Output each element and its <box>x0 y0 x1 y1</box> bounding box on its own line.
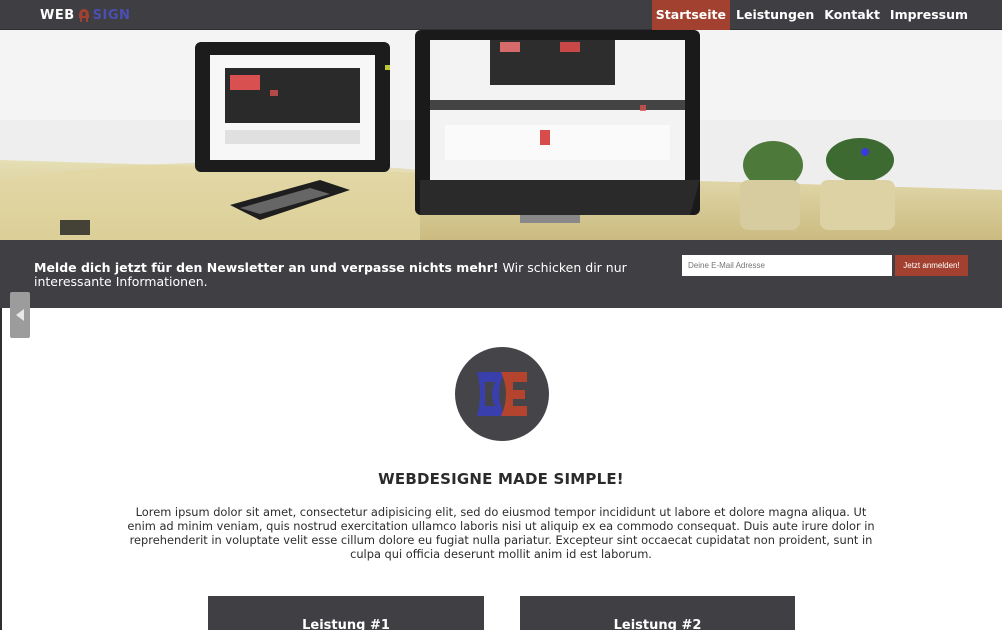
de-logo-icon <box>455 347 549 441</box>
service-card-1[interactable]: Leistung #1 <box>208 596 484 630</box>
newsletter-bold-text: Melde dich jetzt für den Newsletter an u… <box>34 260 499 275</box>
subscribe-button[interactable]: Jetzt anmelden! <box>895 255 968 276</box>
helmet-icon <box>78 9 89 22</box>
intro-text: Lorem ipsum dolor sit amet, consectetur … <box>127 505 875 561</box>
newsletter-text: Melde dich jetzt für den Newsletter an u… <box>34 261 634 289</box>
nav-item-kontakt[interactable]: Kontakt <box>820 0 884 30</box>
top-navbar: WEB SIGN Startseite Leistungen Kontakt I… <box>0 0 1002 30</box>
logo-text-web: WEB <box>40 7 75 23</box>
hero-illustration <box>0 30 1002 240</box>
logo-text-sign: SIGN <box>92 7 131 23</box>
service-card-2[interactable]: Leistung #2 <box>520 596 795 630</box>
site-logo[interactable]: WEB SIGN <box>40 6 130 24</box>
main-nav: Startseite Leistungen Kontakt Impressum <box>650 0 972 30</box>
nav-item-startseite[interactable]: Startseite <box>651 0 730 30</box>
side-panel-toggle[interactable] <box>10 292 30 338</box>
nav-item-leistungen[interactable]: Leistungen <box>732 0 818 30</box>
email-field[interactable] <box>682 255 892 276</box>
service-card-title: Leistung #1 <box>302 618 390 630</box>
nav-item-impressum[interactable]: Impressum <box>886 0 972 30</box>
page-title: WEBDESIGNE MADE SIMPLE! <box>378 470 624 488</box>
service-card-title: Leistung #2 <box>613 618 702 630</box>
chevron-left-icon <box>16 309 24 321</box>
hero-image <box>0 30 1002 240</box>
